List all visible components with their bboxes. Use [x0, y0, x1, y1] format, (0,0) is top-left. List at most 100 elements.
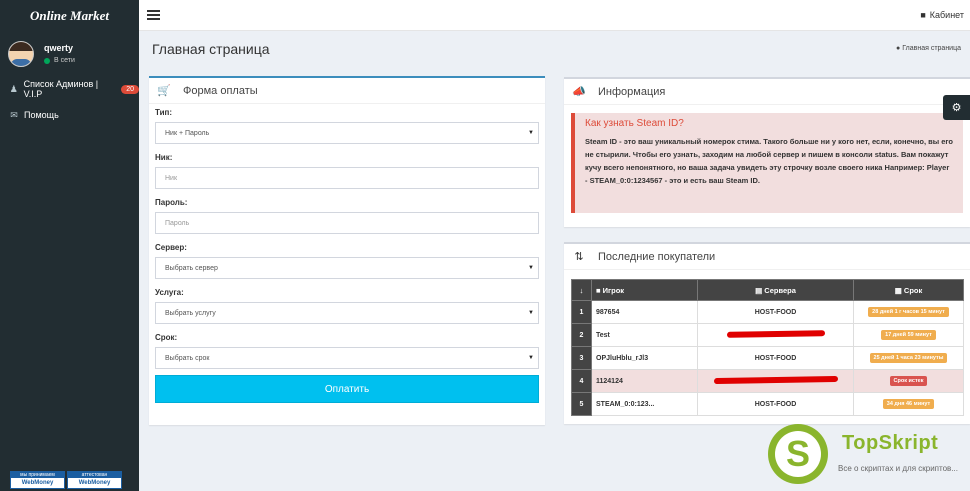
webmoney-attest-badge[interactable]: аттестован WebMoney: [67, 471, 122, 489]
row-number: 2: [571, 323, 592, 347]
cabinet-link[interactable]: ■ Кабинет: [920, 10, 964, 20]
sidebar-toggle-icon[interactable]: [147, 10, 160, 20]
buyers-title: Последние покупатели: [598, 250, 716, 263]
sidebar-item-label: Помощь: [24, 110, 59, 120]
shopping-cart-icon: 🛒: [157, 85, 171, 97]
term-select[interactable]: Выбрать срок ▼: [155, 347, 539, 369]
table-row: 4 1124124 Срок истек: [571, 369, 964, 393]
col-player: ■ Игрок: [591, 279, 698, 301]
steam-id-callout: Как узнать Steam ID? Steam ID - это ваш …: [571, 113, 963, 213]
row-player: 1124124: [591, 369, 698, 393]
online-dot-icon: [44, 57, 50, 64]
row-server: HOST-FOOD: [697, 346, 854, 370]
row-player: OPJluHblu_rJl3: [591, 346, 698, 370]
row-player: Test: [591, 323, 698, 347]
term-label: 25 дней 1 часа 23 минуты: [869, 353, 948, 363]
password-placeholder: Пароль: [165, 219, 190, 227]
caret-down-icon: ▼: [528, 355, 534, 361]
col-term: ▦ Срок: [853, 279, 964, 301]
payment-form-box: 🛒 Форма оплаты Тип: Ник + Пароль ▼ Ник: …: [149, 76, 545, 425]
callout-title: Как узнать Steam ID?: [585, 118, 684, 129]
term-label: Срок:: [155, 333, 178, 342]
server-label: Сервер:: [155, 243, 187, 252]
row-server: HOST-FOOD: [697, 300, 854, 324]
sidebar: Online Market qwerty В сети ♟ Список Адм…: [0, 0, 139, 491]
admins-count-badge: 20: [121, 84, 139, 94]
type-select[interactable]: Ник + Пароль ▼: [155, 122, 539, 144]
row-server: HOST-FOOD: [697, 392, 854, 416]
table-row: 1 987654 HOST-FOOD 28 дней 1 г часов 15 …: [571, 300, 964, 324]
user-secret-icon: ♟: [9, 83, 18, 94]
payment-form-title: Форма оплаты: [183, 84, 258, 97]
sort-amount-icon: ⇅: [574, 251, 584, 263]
redaction-mark: [726, 330, 825, 338]
webmoney-badges: мы принимаем WebMoney аттестован WebMone…: [10, 471, 122, 489]
caret-down-icon: ▼: [528, 130, 534, 136]
type-label: Тип:: [155, 108, 172, 117]
breadcrumb-label: Главная страница: [902, 45, 961, 52]
pay-button[interactable]: Оплатить: [155, 375, 539, 403]
col-term-label: Срок: [903, 285, 923, 295]
row-server-redacted: [697, 369, 854, 393]
col-server-label: Сервера: [764, 285, 796, 295]
nick-placeholder: Ник: [165, 174, 178, 182]
webmoney-accept-badge[interactable]: мы принимаем WebMoney: [10, 471, 65, 489]
watermark-subtitle: Все о скриптах и для скриптов...: [838, 464, 958, 473]
password-label: Пароль:: [155, 198, 188, 207]
server-select-value: Выбрать сервер: [165, 264, 218, 272]
page-title: Главная страница: [152, 41, 270, 57]
sidebar-item-label: Список Админов | V.I.P: [23, 79, 99, 99]
info-title: Информация: [598, 85, 666, 98]
type-select-value: Ник + Пароль: [165, 129, 210, 137]
buyers-box: ⇅ Последние покупатели ↓ ■ Игрок ▤ Серве…: [564, 242, 970, 424]
caret-down-icon: ▼: [528, 265, 534, 271]
gear-icon[interactable]: ⚙: [943, 95, 970, 120]
service-label: Услуга:: [155, 288, 184, 297]
buyers-header: ⇅ Последние покупатели: [564, 244, 970, 270]
row-player: 987654: [591, 300, 698, 324]
payment-form-header: 🛒 Форма оплаты: [149, 78, 545, 104]
row-number: 1: [571, 300, 592, 324]
row-server-redacted: [697, 323, 854, 347]
col-server: ▤ Сервера: [697, 279, 854, 301]
row-number: 3: [571, 346, 592, 370]
sidebar-item-help[interactable]: ✉ Помощь: [0, 102, 139, 128]
callout-text: Steam ID - это ваш уникальный номерок ст…: [585, 137, 954, 185]
user-icon: ■: [920, 10, 926, 20]
cabinet-label: Кабинет: [929, 10, 964, 20]
avatar: [8, 40, 34, 67]
row-player: STEAM_0:0:123...: [591, 392, 698, 416]
caret-down-icon: ▼: [528, 310, 534, 316]
user-panel: qwerty В сети: [0, 31, 139, 76]
app-logo[interactable]: Online Market: [0, 0, 139, 31]
redaction-mark: [713, 375, 838, 385]
user-status: В сети: [44, 57, 75, 64]
watermark-title: TopSkript: [842, 432, 939, 454]
envelope-icon: ✉: [10, 109, 18, 120]
dashboard-icon: ●: [896, 45, 901, 52]
col-player-label: Игрок: [602, 285, 625, 295]
table-row: 2 Test 17 дней 59 минут: [571, 323, 964, 347]
server-select[interactable]: Выбрать сервер ▼: [155, 257, 539, 279]
sidebar-item-admins[interactable]: ♟ Список Админов | V.I.P 20: [0, 76, 139, 102]
password-input[interactable]: Пароль: [155, 212, 539, 234]
term-label: 28 дней 1 г часов 15 минут: [868, 307, 949, 317]
term-select-value: Выбрать срок: [165, 354, 210, 362]
webmoney-attest-logo: WebMoney: [78, 480, 111, 486]
arrow-down-icon: ↓: [571, 279, 592, 301]
nick-input[interactable]: Ник: [155, 167, 539, 189]
topskript-logo-icon: S: [768, 424, 828, 484]
row-number: 4: [571, 369, 592, 393]
user-name: qwerty: [44, 43, 74, 53]
breadcrumb[interactable]: ● Главная страница: [896, 45, 961, 52]
service-select-value: Выбрать услугу: [165, 309, 216, 317]
term-label: Срок истек: [889, 376, 928, 386]
service-select[interactable]: Выбрать услугу ▼: [155, 302, 539, 324]
nick-label: Ник:: [155, 153, 173, 162]
info-header: 📣 Информация: [564, 79, 970, 105]
webmoney-accept-logo: WebMoney: [21, 480, 54, 486]
table-row: 3 OPJluHblu_rJl3 HOST-FOOD 25 дней 1 час…: [571, 346, 964, 370]
term-label: 17 дней 59 минут: [881, 330, 936, 340]
table-row: 5 STEAM_0:0:123... HOST-FOOD 34 дня 46 м…: [571, 392, 964, 416]
info-box: 📣 Информация Как узнать Steam ID? Steam …: [564, 77, 970, 227]
